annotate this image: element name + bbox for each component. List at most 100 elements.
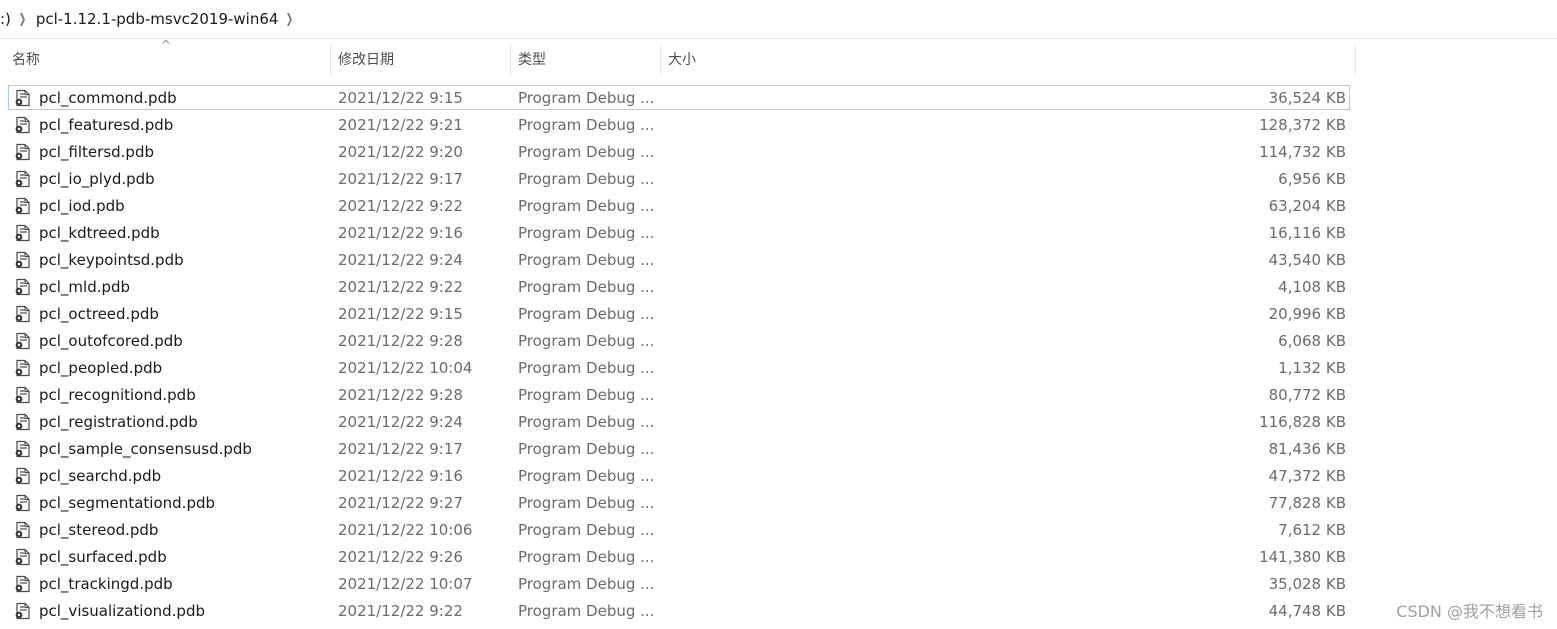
pdb-file-icon: [14, 602, 32, 620]
file-row[interactable]: pcl_kdtreed.pdb2021/12/22 9:16Program De…: [0, 220, 1356, 247]
file-name: pcl_octreed.pdb: [39, 301, 159, 328]
file-row[interactable]: pcl_surfaced.pdb 2021/12/22 9:26 Program D…: [0, 544, 1356, 571]
file-row[interactable]: pcl_keypointsd.pdb2021/12/22 9:24Program…: [0, 247, 1356, 274]
file-type: Program Debug ...: [518, 112, 654, 139]
column-header-size-label: 大小: [668, 52, 696, 68]
column-header-date[interactable]: 修改日期: [326, 44, 511, 76]
file-row[interactable]: pcl_stereod.pdb2021/12/22 10:06Program D…: [0, 517, 1356, 544]
file-name: pcl_iod.pdb: [39, 193, 125, 220]
file-modified-date: 2021/12/22 9:20: [338, 139, 463, 166]
file-row[interactable]: pcl_featuresd.pdb2021/12/22 9:21Program …: [0, 112, 1356, 139]
file-row[interactable]: pcl_trackingd.pdb2021/12/22 10:07Program…: [0, 571, 1356, 598]
file-size: 141,380 KB: [1259, 544, 1346, 571]
file-type: Program Debug ...: [518, 382, 654, 409]
sort-ascending-icon: ^: [161, 38, 171, 52]
pdb-file-icon: [14, 521, 32, 539]
file-modified-date: 2021/12/22 9:17: [338, 166, 463, 193]
file-name: pcl_outofcored.pdb: [39, 328, 183, 355]
file-size: 7,612 KB: [1278, 517, 1346, 544]
pdb-file-icon: [14, 305, 32, 323]
file-row[interactable]: pcl_visualizationd.pdb2021/12/22 9:22Pro…: [0, 598, 1356, 625]
file-row[interactable]: pcl_segmentationd.pdb2021/12/22 9:27Prog…: [0, 490, 1356, 517]
file-modified-date: 2021/12/22 10:04: [338, 355, 472, 382]
file-name: pcl_filtersd.pdb: [39, 139, 154, 166]
file-type: Program Debug ...: [518, 490, 654, 517]
breadcrumb-drive[interactable]: :): [0, 10, 11, 28]
pdb-file-icon: [14, 197, 32, 215]
pdb-file-icon: [14, 170, 32, 188]
file-size: 77,828 KB: [1269, 490, 1346, 517]
file-modified-date: 2021/12/22 9:26: [338, 544, 463, 571]
file-size: 63,204 KB: [1269, 193, 1346, 220]
pdb-file-icon: [14, 278, 32, 296]
file-row[interactable]: pcl_peopled.pdb2021/12/22 10:04Program D…: [0, 355, 1356, 382]
pdb-file-icon: [14, 116, 32, 134]
pdb-file-icon: [14, 440, 32, 458]
file-type: Program Debug ...: [518, 247, 654, 274]
file-size: 43,540 KB: [1269, 247, 1346, 274]
chevron-right-icon[interactable]: ❯: [19, 12, 27, 27]
file-modified-date: 2021/12/22 9:17: [338, 436, 463, 463]
file-row[interactable]: pcl_registrationd.pdb 2021/12/22 9:24 Prog…: [0, 409, 1356, 436]
file-modified-date: 2021/12/22 9:21: [338, 112, 463, 139]
pdb-file-icon: [14, 548, 32, 566]
pdb-file-icon: [14, 413, 32, 431]
file-row[interactable]: pcl_outofcored.pdb2021/12/22 9:28Program…: [0, 328, 1356, 355]
pdb-file-icon: [14, 224, 32, 242]
file-size: 116,828 KB: [1259, 409, 1346, 436]
pdb-file-icon: [14, 359, 32, 377]
file-row[interactable]: pcl_commond.pdb2021/12/22 9:15Program De…: [0, 85, 1356, 112]
file-name: pcl_segmentationd.pdb: [39, 490, 215, 517]
pdb-file-icon: [14, 251, 32, 269]
file-row[interactable]: pcl_iod.pdb2021/12/22 9:22Program Debug …: [0, 193, 1356, 220]
pdb-file-icon: [14, 575, 32, 593]
file-type: Program Debug ...: [518, 166, 654, 193]
file-type: Program Debug ...: [518, 571, 654, 598]
file-name: pcl_stereod.pdb: [39, 517, 158, 544]
file-row[interactable]: pcl_searchd.pdb 2021/12/22 9:16 Program De…: [0, 463, 1356, 490]
file-modified-date: 2021/12/22 9:16: [338, 463, 463, 490]
file-type: Program Debug ...: [518, 463, 654, 490]
file-name: pcl_keypointsd.pdb: [39, 247, 184, 274]
file-modified-date: 2021/12/22 10:06: [338, 517, 472, 544]
file-size: 81,436 KB: [1269, 436, 1346, 463]
column-header-size[interactable]: 大小: [656, 44, 1356, 76]
file-row[interactable]: pcl_octreed.pdb2021/12/22 9:15Program De…: [0, 301, 1356, 328]
file-size: 80,772 KB: [1269, 382, 1346, 409]
file-modified-date: 2021/12/22 9:22: [338, 193, 463, 220]
file-row[interactable]: pcl_mld.pdb2021/12/22 9:22Program Debug …: [0, 274, 1356, 301]
file-row[interactable]: pcl_filtersd.pdb2021/12/22 9:20Program D…: [0, 139, 1356, 166]
file-name: pcl_trackingd.pdb: [39, 571, 173, 598]
file-name: pcl_sample_consensusd.pdb: [39, 436, 252, 463]
file-row[interactable]: pcl_io_plyd.pdb 2021/12/22 9:17 Program De…: [0, 166, 1356, 193]
file-modified-date: 2021/12/22 9:22: [338, 598, 463, 625]
file-type: Program Debug ...: [518, 544, 654, 571]
file-size: 6,068 KB: [1278, 328, 1346, 355]
pdb-file-icon: [14, 143, 32, 161]
breadcrumb-folder[interactable]: pcl-1.12.1-pdb-msvc2019-win64: [36, 10, 279, 28]
column-header-row: 名称 ^ 修改日期 类型 大小: [0, 44, 1356, 76]
watermark: CSDN @我不想看书: [1396, 598, 1543, 622]
file-name: pcl_searchd.pdb: [39, 463, 161, 490]
file-type: Program Debug ...: [518, 328, 654, 355]
file-modified-date: 2021/12/22 9:24: [338, 409, 463, 436]
file-row[interactable]: pcl_sample_consensusd.pdb 2021/12/22 9:17…: [0, 436, 1356, 463]
file-modified-date: 2021/12/22 9:16: [338, 220, 463, 247]
file-name: pcl_io_plyd.pdb: [39, 166, 155, 193]
file-type: Program Debug ...: [518, 85, 654, 112]
file-name: pcl_surfaced.pdb: [39, 544, 167, 571]
column-header-type[interactable]: 类型: [506, 44, 661, 76]
file-name: pcl_mld.pdb: [39, 274, 130, 301]
file-name: pcl_commond.pdb: [39, 85, 177, 112]
chevron-right-icon[interactable]: ❯: [286, 12, 294, 27]
breadcrumb-bar: :) ❯ pcl-1.12.1-pdb-msvc2019-win64 ❯: [0, 0, 1557, 39]
column-header-name[interactable]: 名称 ^: [0, 44, 331, 76]
column-header-date-label: 修改日期: [338, 52, 394, 68]
file-row[interactable]: pcl_recognitiond.pdb 2021/12/22 9:28 Progr…: [0, 382, 1356, 409]
file-name: pcl_recognitiond.pdb: [39, 382, 196, 409]
file-type: Program Debug ...: [518, 436, 654, 463]
file-type: Program Debug ...: [518, 409, 654, 436]
file-name: pcl_registrationd.pdb: [39, 409, 198, 436]
file-name: pcl_peopled.pdb: [39, 355, 162, 382]
file-modified-date: 2021/12/22 9:28: [338, 382, 463, 409]
